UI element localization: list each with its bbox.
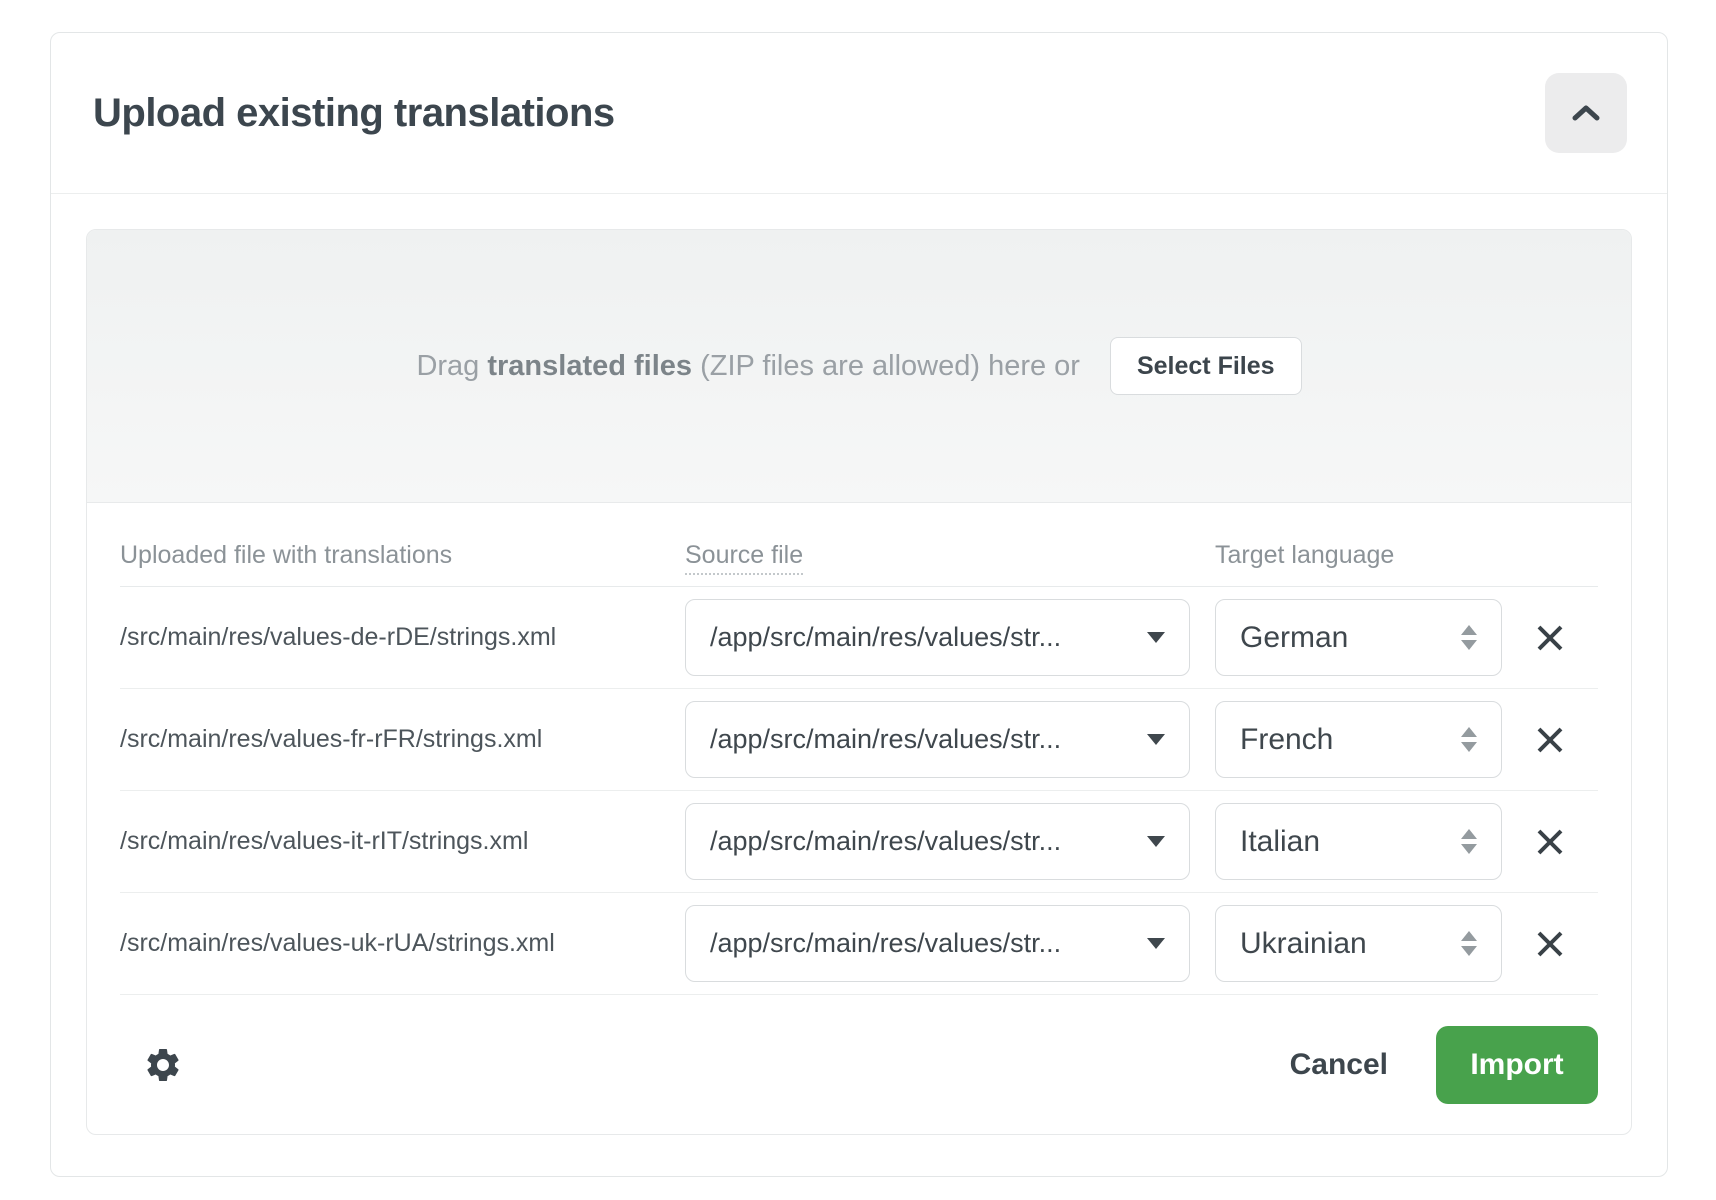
dialog-body: Drag translated files (ZIP files are all… bbox=[51, 194, 1667, 1178]
remove-row-button[interactable] bbox=[1526, 818, 1574, 866]
source-file-select[interactable]: /app/src/main/res/values/str... bbox=[685, 701, 1190, 778]
uploaded-file-path: /src/main/res/values-uk-rUA/strings.xml bbox=[120, 929, 685, 958]
source-file-select-value: /app/src/main/res/values/str... bbox=[710, 724, 1061, 755]
source-file-select-value: /app/src/main/res/values/str... bbox=[710, 826, 1061, 857]
caret-down-icon bbox=[1147, 836, 1165, 847]
source-file-tooltip-label[interactable]: Source file bbox=[685, 541, 803, 575]
close-icon bbox=[1533, 723, 1567, 757]
select-files-button[interactable]: Select Files bbox=[1110, 337, 1302, 395]
target-language-select[interactable]: Ukrainian bbox=[1215, 905, 1502, 982]
caret-down-icon bbox=[1147, 938, 1165, 949]
cancel-button[interactable]: Cancel bbox=[1290, 1048, 1388, 1082]
close-icon bbox=[1533, 825, 1567, 859]
stepper-icon bbox=[1461, 727, 1477, 752]
target-language-select-value: Italian bbox=[1240, 825, 1320, 859]
files-table: Uploaded file with translations Source f… bbox=[87, 503, 1631, 995]
column-header-target-language: Target language bbox=[1215, 541, 1502, 570]
close-icon bbox=[1533, 927, 1567, 961]
dropzone-text-prefix: Drag bbox=[416, 350, 479, 382]
chevron-up-icon bbox=[1571, 104, 1601, 122]
remove-row-button[interactable] bbox=[1526, 614, 1574, 662]
uploaded-file-path: /src/main/res/values-de-rDE/strings.xml bbox=[120, 623, 685, 652]
source-file-select-value: /app/src/main/res/values/str... bbox=[710, 622, 1061, 653]
source-file-select[interactable]: /app/src/main/res/values/str... bbox=[685, 803, 1190, 880]
target-language-select[interactable]: Italian bbox=[1215, 803, 1502, 880]
dropzone-text-bold: translated files bbox=[487, 350, 692, 382]
table-header-row: Uploaded file with translations Source f… bbox=[120, 503, 1598, 587]
table-row: /src/main/res/values-it-rIT/strings.xml … bbox=[120, 791, 1598, 893]
upload-panel: Drag translated files (ZIP files are all… bbox=[86, 229, 1632, 1135]
table-row: /src/main/res/values-uk-rUA/strings.xml … bbox=[120, 893, 1598, 995]
remove-row-button[interactable] bbox=[1526, 920, 1574, 968]
target-language-select-value: French bbox=[1240, 723, 1333, 757]
caret-down-icon bbox=[1147, 734, 1165, 745]
remove-row-button[interactable] bbox=[1526, 716, 1574, 764]
target-language-select-value: Ukrainian bbox=[1240, 927, 1367, 961]
target-language-select-value: German bbox=[1240, 621, 1348, 655]
target-language-select[interactable]: German bbox=[1215, 599, 1502, 676]
stepper-icon bbox=[1461, 829, 1477, 854]
stepper-icon bbox=[1461, 931, 1477, 956]
stepper-icon bbox=[1461, 625, 1477, 650]
remove-cell bbox=[1502, 716, 1598, 764]
dropzone-text-suffix: (ZIP files are allowed) here or bbox=[700, 350, 1080, 382]
column-header-uploaded-file: Uploaded file with translations bbox=[120, 541, 685, 570]
file-dropzone[interactable]: Drag translated files (ZIP files are all… bbox=[87, 230, 1631, 503]
panel-footer: Cancel Import bbox=[87, 995, 1631, 1134]
uploaded-file-path: /src/main/res/values-it-rIT/strings.xml bbox=[120, 827, 685, 856]
remove-cell bbox=[1502, 614, 1598, 662]
dialog-header: Upload existing translations bbox=[51, 33, 1667, 194]
upload-translations-dialog: Upload existing translations Drag transl… bbox=[50, 32, 1668, 1177]
gear-icon bbox=[143, 1045, 183, 1085]
remove-cell bbox=[1502, 818, 1598, 866]
column-header-source-file: Source file bbox=[685, 541, 1190, 570]
collapse-button[interactable] bbox=[1545, 73, 1627, 153]
source-file-select[interactable]: /app/src/main/res/values/str... bbox=[685, 905, 1190, 982]
close-icon bbox=[1533, 621, 1567, 655]
page-title: Upload existing translations bbox=[93, 91, 615, 136]
caret-down-icon bbox=[1147, 632, 1165, 643]
table-row: /src/main/res/values-de-rDE/strings.xml … bbox=[120, 587, 1598, 689]
source-file-select[interactable]: /app/src/main/res/values/str... bbox=[685, 599, 1190, 676]
target-language-select[interactable]: French bbox=[1215, 701, 1502, 778]
table-row: /src/main/res/values-fr-rFR/strings.xml … bbox=[120, 689, 1598, 791]
source-file-select-value: /app/src/main/res/values/str... bbox=[710, 928, 1061, 959]
dropzone-text: Drag translated files (ZIP files are all… bbox=[416, 350, 1080, 383]
import-button[interactable]: Import bbox=[1436, 1026, 1598, 1104]
uploaded-file-path: /src/main/res/values-fr-rFR/strings.xml bbox=[120, 725, 685, 754]
remove-cell bbox=[1502, 920, 1598, 968]
import-settings-button[interactable] bbox=[140, 1042, 186, 1088]
footer-actions: Cancel Import bbox=[1290, 1026, 1598, 1104]
